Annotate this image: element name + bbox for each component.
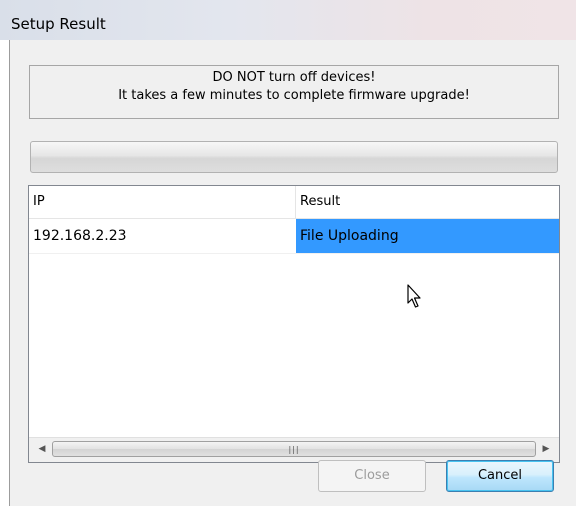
scrollbar-thumb[interactable]: ||| (52, 441, 536, 457)
list-header: IP Result (29, 186, 559, 219)
warning-notice: DO NOT turn off devices! It takes a few … (29, 65, 559, 119)
scroll-left-arrow-icon[interactable]: ◀ (33, 438, 51, 461)
horizontal-scrollbar[interactable]: ◀ ||| ▶ (29, 437, 559, 462)
notice-line-2: It takes a few minutes to complete firmw… (118, 88, 470, 103)
table-row[interactable]: 192.168.2.23 File Uploading (29, 219, 559, 254)
window-title: Setup Result (11, 15, 106, 33)
result-cell[interactable]: File Uploading (296, 219, 559, 253)
notice-line-1: DO NOT turn off devices! (212, 70, 376, 85)
scroll-right-arrow-icon[interactable]: ▶ (537, 438, 555, 461)
column-header-result[interactable]: Result (296, 186, 559, 218)
title-bar[interactable]: Setup Result (0, 0, 576, 40)
dialog-body: DO NOT turn off devices! It takes a few … (9, 40, 576, 506)
column-header-ip[interactable]: IP (29, 186, 296, 218)
upgrade-progress-bar (30, 141, 558, 173)
result-list[interactable]: IP Result 192.168.2.23 File Uploading ◀ … (28, 185, 560, 463)
close-button[interactable]: Close (318, 460, 426, 492)
mouse-pointer-icon (407, 284, 421, 308)
ip-cell[interactable]: 192.168.2.23 (29, 219, 296, 253)
cancel-button[interactable]: Cancel (446, 460, 554, 492)
grip-icon: ||| (288, 445, 300, 454)
